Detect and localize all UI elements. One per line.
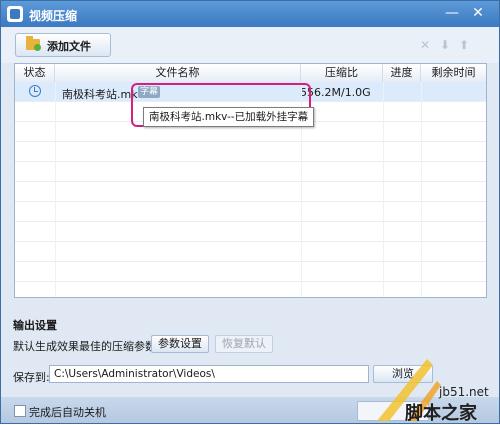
close-button[interactable]: ✕ (467, 3, 489, 23)
table-row[interactable] (15, 162, 486, 182)
col-progress-header[interactable]: 进度 (383, 64, 421, 82)
browse-button[interactable]: 浏览 (373, 365, 433, 383)
default-params-text: 默认生成效果最佳的压缩参数 (13, 340, 156, 353)
clock-icon (29, 85, 41, 97)
toolbar: 添加文件 ✕ ⬇ ⬆ (1, 27, 499, 63)
save-path-field[interactable]: C:\Users\Administrator\Videos\ (49, 365, 369, 383)
table-row[interactable] (15, 142, 486, 162)
app-icon (7, 6, 23, 22)
window-title: 视频压缩 (29, 9, 78, 23)
col-status-header[interactable]: 状态 (15, 64, 55, 82)
table-row[interactable] (15, 242, 486, 262)
param-settings-button[interactable]: 参数设置 (151, 335, 209, 353)
table-row[interactable] (15, 222, 486, 242)
save-to-label: 保存到: (13, 371, 50, 384)
title-bar[interactable]: 视频压缩 — ✕ (1, 1, 499, 27)
minimize-icon: — (445, 5, 459, 21)
output-settings-title: 输出设置 (13, 319, 57, 332)
watermark-site: jb51.net (439, 385, 489, 399)
add-folder-icon (26, 36, 41, 51)
auto-shutdown-label: 完成后自动关机 (29, 406, 106, 419)
table-row[interactable] (15, 282, 486, 297)
table-row[interactable] (15, 202, 486, 222)
col-remaining-header[interactable]: 剩余时间 (421, 64, 486, 82)
col-ratio-header[interactable]: 压缩比 (301, 64, 383, 82)
video-compress-window: 视频压缩 — ✕ 添加文件 ✕ ⬇ ⬆ 状态 文件名称 压缩比 进度 剩余时间 … (0, 0, 500, 424)
minimize-button[interactable]: — (441, 3, 463, 23)
move-up-icon[interactable]: ⬆ (458, 39, 470, 51)
col-filename-header[interactable]: 文件名称 (55, 64, 301, 82)
add-file-label: 添加文件 (47, 40, 91, 53)
table-header: 状态 文件名称 压缩比 进度 剩余时间 (15, 64, 486, 83)
watermark-name: 脚本之家 (405, 403, 477, 424)
restore-default-button[interactable]: 恢复默认 (215, 335, 273, 353)
table-row[interactable] (15, 262, 486, 282)
delete-icon[interactable]: ✕ (419, 39, 431, 51)
add-file-button[interactable]: 添加文件 (15, 33, 111, 57)
move-down-icon[interactable]: ⬇ (439, 39, 451, 51)
tooltip: 南极科考站.mkv--已加载外挂字幕 (143, 107, 315, 127)
table-row[interactable] (15, 182, 486, 202)
close-icon: ✕ (472, 5, 484, 21)
auto-shutdown-checkbox[interactable] (14, 405, 26, 417)
